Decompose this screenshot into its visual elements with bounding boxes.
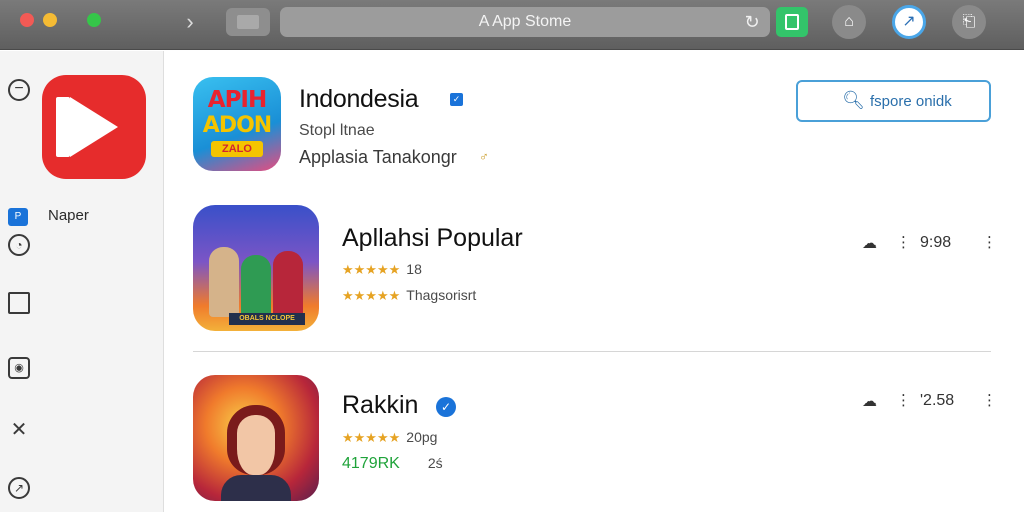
stars-glyphs: ★★★★★ [342, 262, 401, 277]
frame-icon[interactable] [8, 292, 30, 314]
address-bar[interactable]: A App Stome ↻ [280, 7, 770, 37]
app-subtitle: Thagsorisrt [406, 287, 477, 303]
rating-count: 20pg [406, 429, 438, 445]
verified-icon: ✓ [436, 397, 456, 417]
compass-icon[interactable]: ↗ [8, 477, 30, 499]
app-icon-popular[interactable]: OBALS NCLOPE [193, 205, 319, 331]
minimize-window-button[interactable] [43, 13, 57, 27]
sidebar-toggle-button[interactable] [226, 8, 270, 36]
rating-stars: ★★★★★ 18 [342, 261, 422, 278]
rating-count: 18 [406, 261, 422, 277]
divider [193, 351, 991, 352]
sidebar: − P Naper ◔ ◉ ✕ ↗ [0, 51, 164, 512]
document-icon [785, 14, 799, 30]
verified-icon: ✓ [450, 93, 463, 106]
chevron-right-icon[interactable]: › [180, 8, 200, 36]
sidebar-item-naper[interactable]: P Naper [8, 205, 158, 227]
clock-icon[interactable]: ◔ [8, 234, 30, 256]
app-title[interactable]: Rakkin [342, 391, 418, 420]
extension-button[interactable] [776, 7, 808, 37]
icon-caption: OBALS NCLOPE [229, 313, 305, 325]
camera-icon[interactable]: ◉ [8, 357, 30, 379]
app-meta-value: '2.58 [920, 392, 955, 409]
sidebar-icon [237, 15, 259, 29]
minus-icon[interactable]: − [8, 79, 30, 101]
download-icon[interactable]: ☁ [862, 392, 877, 410]
character-figure [209, 247, 239, 317]
reload-icon[interactable]: ↻ [742, 12, 762, 32]
logo-bar [56, 97, 70, 157]
app-icon-rakkin[interactable] [193, 375, 319, 501]
sidebar-item-label: Naper [48, 207, 89, 224]
featured-app-icon[interactable]: APIH ADON ZALO [193, 77, 281, 171]
close-window-button[interactable] [20, 13, 34, 27]
window-titlebar: › A App Stome ↻ ⌂ ↗ ⎗ [0, 0, 1024, 50]
price-sub: 2ś [427, 455, 443, 471]
featured-title[interactable]: Indondesia [299, 85, 419, 114]
tools-icon[interactable]: ✕ [8, 419, 30, 441]
search-button[interactable]: 🔍︎ fspore onidk [796, 80, 991, 122]
app-title[interactable]: Apllahsi Popular [342, 224, 523, 253]
app-price: 4179RK 2ś [342, 455, 443, 473]
character-face [227, 405, 285, 475]
featured-subtitle: Stopl ltnae [299, 122, 375, 139]
separator-icon: ⋮ [896, 392, 911, 409]
character-figure [273, 251, 303, 317]
rating-stars: ★★★★★ 20pg [342, 429, 437, 446]
more-options-icon[interactable]: ⋮ [982, 391, 997, 409]
character-figure [241, 255, 271, 317]
stars-glyphs: ★★★★★ [342, 430, 401, 445]
home-icon[interactable]: ⌂ [832, 5, 866, 39]
icon-text-line3: ZALO [211, 141, 263, 157]
app-meta-value: 9:98 [920, 234, 952, 251]
zoom-window-button[interactable] [87, 13, 101, 27]
app-meta: ☁ ⋮ '2.58 ⋮ [862, 391, 997, 413]
more-options-icon[interactable]: ⋮ [982, 233, 997, 251]
icon-text-line2: ADON [202, 113, 272, 138]
download-icon[interactable]: ☁ [862, 234, 877, 252]
separator-icon: ⋮ [896, 234, 911, 251]
tabs-icon[interactable]: ⎗ [952, 5, 986, 39]
character-body [221, 475, 291, 501]
share-arrow-icon[interactable]: ↗ [892, 5, 926, 39]
play-icon [70, 97, 118, 157]
icon-text-line1: APIH [207, 87, 267, 113]
category-icon: ♂ [479, 149, 489, 164]
stars-glyphs: ★★★★★ [342, 288, 401, 303]
search-icon: 🔍︎ [842, 90, 865, 110]
price-value: 4179RK [342, 455, 400, 472]
featured-category: Applasia Tanakongr [299, 147, 457, 167]
address-text: A App Stome [478, 13, 572, 30]
main-content: APIH ADON ZALO Indondesia ✓ Stopl ltnae … [165, 51, 1024, 512]
search-label: fspore onidk [870, 93, 952, 110]
rating-stars-secondary: ★★★★★ Thagsorisrt [342, 287, 476, 304]
naper-badge-icon: P [8, 208, 28, 226]
app-logo[interactable] [42, 75, 146, 179]
app-meta: ☁ ⋮ 9:98 ⋮ [862, 233, 997, 255]
